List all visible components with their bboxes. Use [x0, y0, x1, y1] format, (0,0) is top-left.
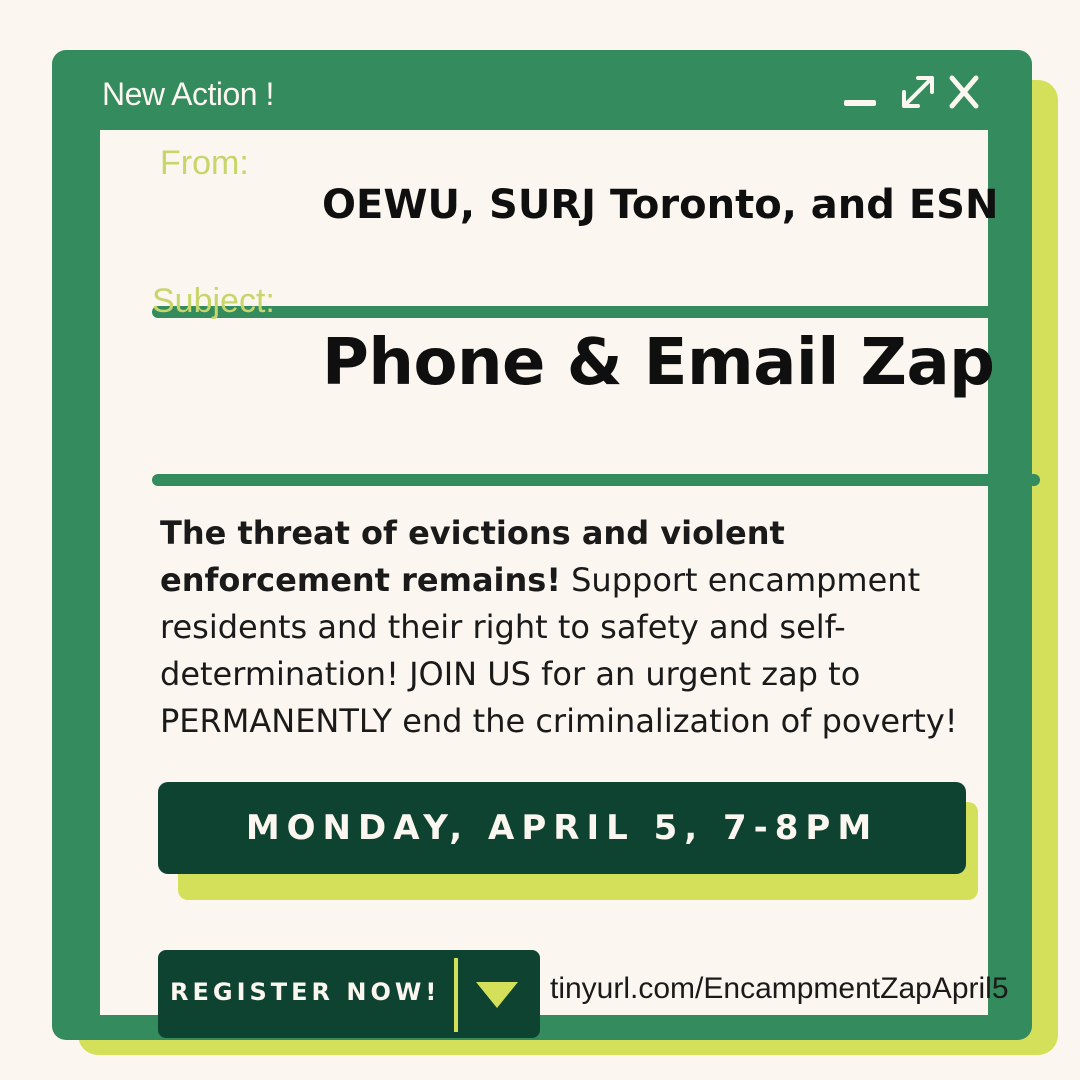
from-label: From: — [160, 144, 249, 182]
divider — [152, 474, 1040, 486]
close-icon[interactable] — [946, 72, 982, 112]
action-window: New Action ! From: OEWU, SURJ Toronto, a… — [52, 50, 1040, 1040]
register-button[interactable]: REGISTER NOW! — [158, 950, 540, 1038]
register-label: REGISTER NOW! — [170, 978, 441, 1006]
minimize-icon[interactable] — [842, 78, 878, 108]
from-value: OEWU, SURJ Toronto, and ESN — [322, 182, 999, 228]
subject-label: Subject: — [152, 282, 275, 320]
message-body: The threat of evictions and violent enfo… — [160, 510, 990, 745]
event-date: MONDAY, APRIL 5, 7-8PM — [245, 808, 879, 848]
divider — [152, 306, 1032, 318]
triangle-down-icon — [476, 982, 518, 1008]
subject-value: Phone & Email Zap — [322, 326, 995, 400]
registration-link[interactable]: tinyurl.com/EncampmentZapApril5 — [550, 972, 1009, 1006]
title-bar: New Action ! — [52, 50, 1032, 130]
button-separator — [454, 958, 458, 1032]
expand-icon[interactable] — [898, 72, 938, 112]
date-banner: MONDAY, APRIL 5, 7-8PM — [158, 782, 966, 874]
window-title: New Action ! — [102, 76, 274, 112]
email-content: From: OEWU, SURJ Toronto, and ESN Subjec… — [100, 130, 1040, 1038]
